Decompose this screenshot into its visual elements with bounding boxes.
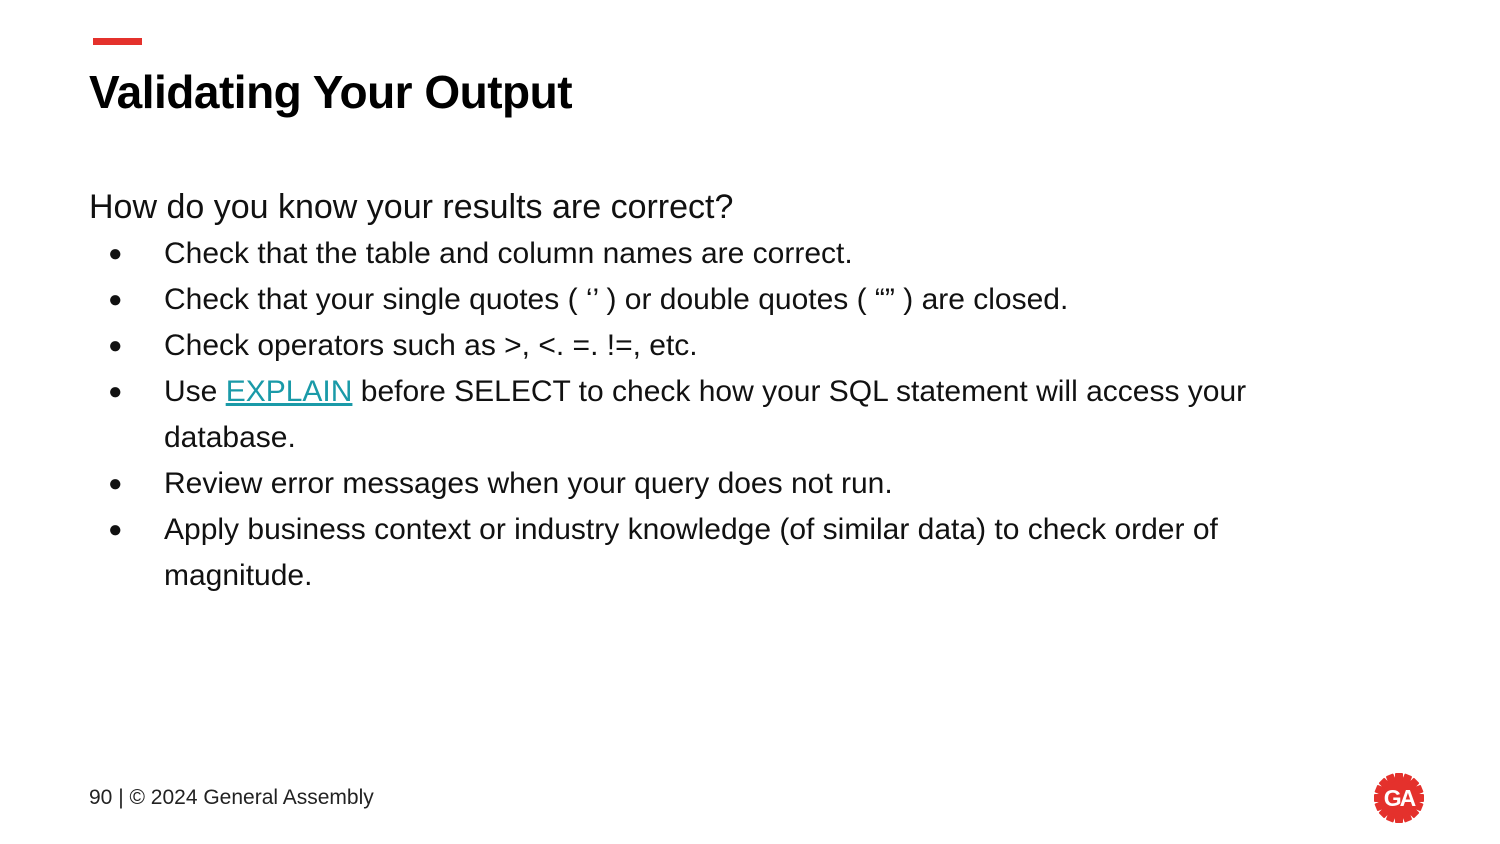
bullet-text: Review error messages when your query do… <box>164 467 893 500</box>
bullet-dot-icon: ● <box>108 286 123 313</box>
explain-link[interactable]: EXPLAIN <box>226 375 353 408</box>
bullet-dot-icon: ● <box>108 240 123 267</box>
intro-question: How do you know your results are correct… <box>89 188 734 226</box>
bullet-dot-icon: ● <box>108 516 123 543</box>
slide-content: How do you know your results are correct… <box>89 183 1349 599</box>
footer-copyright: 90 | © 2024 General Assembly <box>89 786 374 809</box>
bullet-item: ● Review error messages when your query … <box>89 461 1349 507</box>
bullet-dot-icon: ● <box>108 470 123 497</box>
bullet-item: ● Check operators such as >, <. =. !=, e… <box>89 323 1349 369</box>
bullet-text: Apply business context or industry knowl… <box>164 513 1218 592</box>
bullet-text: Check that your single quotes ( ‘’ ) or … <box>164 283 1069 316</box>
bullet-dot-icon: ● <box>108 378 123 405</box>
bullet-item: ● Use EXPLAIN before SELECT to check how… <box>89 369 1349 461</box>
slide-title: Validating Your Output <box>89 66 573 118</box>
bullet-item: ● Check that the table and column names … <box>89 231 1349 277</box>
bullet-item: ● Check that your single quotes ( ‘’ ) o… <box>89 277 1349 323</box>
title-accent-bar <box>93 38 142 45</box>
general-assembly-logo-icon: GA <box>1374 773 1424 823</box>
bullet-text-before-link: Use <box>164 375 226 408</box>
bullet-text: Check operators such as >, <. =. !=, etc… <box>164 329 698 362</box>
bullet-item: ● Apply business context or industry kno… <box>89 507 1349 599</box>
logo-text: GA <box>1384 785 1416 811</box>
bullet-text: Check that the table and column names ar… <box>164 237 853 270</box>
bullet-dot-icon: ● <box>108 332 123 359</box>
bullet-list: ● Check that the table and column names … <box>89 231 1349 599</box>
